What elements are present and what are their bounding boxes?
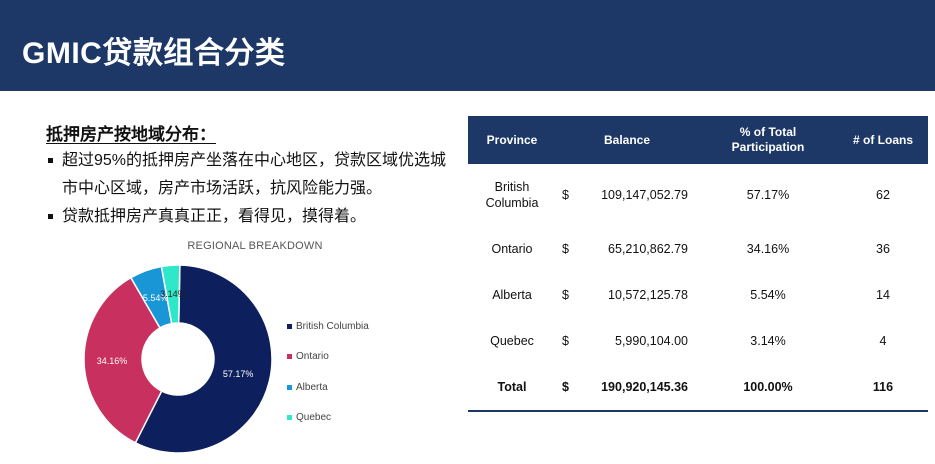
loans-cell: 62 [876, 188, 890, 202]
donut-data-label: 34.16% [97, 356, 128, 366]
province-cell: Quebec [490, 334, 534, 348]
legend-swatch [287, 415, 292, 421]
chart-title: REGIONAL BREAKDOWN [187, 240, 323, 252]
total-participation-cell: 100.00% [743, 380, 793, 394]
balance-cell: 109,147,052.79 [601, 188, 688, 202]
legend-item: Quebec [287, 403, 369, 434]
chart-legend: British Columbia Ontario Alberta Quebec [287, 311, 369, 433]
loans-cell: 36 [876, 242, 890, 256]
total-balance-cell: 190,920,145.36 [601, 380, 688, 394]
table-row: British Columbia $ 109,147,052.79 57.17%… [468, 164, 928, 226]
participation-cell: 57.17% [746, 188, 790, 202]
legend-item: Alberta [287, 372, 369, 403]
loans-table-container: Province Balance % of Total Participatio… [468, 116, 928, 412]
balance-cell: 5,990,104.00 [615, 334, 688, 348]
balance-cell: 65,210,862.79 [608, 242, 688, 256]
column-header-loans: # of Loans [852, 132, 913, 147]
currency-cell: $ [562, 334, 569, 348]
currency-cell: $ [562, 380, 569, 394]
legend-label: Ontario [296, 351, 329, 363]
province-cell: Ontario [491, 242, 533, 256]
table-row: Quebec $ 5,990,104.00 3.14% 4 [468, 318, 928, 364]
province-cell: Alberta [492, 288, 532, 302]
legend-item: Ontario [287, 342, 369, 373]
legend-swatch [287, 323, 292, 329]
bullet-item: 贷款抵押房产真真正正，看得见，摸得着。 [46, 203, 456, 231]
legend-swatch [287, 354, 292, 360]
loans-cell: 4 [879, 334, 887, 348]
legend-swatch [287, 384, 292, 390]
loans-table: Province Balance % of Total Participatio… [468, 116, 928, 410]
currency-cell: $ [562, 188, 569, 202]
province-cell: British Columbia [468, 164, 556, 226]
bullet-item: 超过95%的抵押房产坐落在中心地区，贷款区域优选城市中心区域，房产市场活跃，抗风… [46, 147, 456, 203]
participation-cell: 5.54% [750, 288, 786, 302]
column-header-participation: % of Total Participation [698, 116, 838, 164]
table-total-row: Total $ 190,920,145.36 100.00% 116 [468, 364, 928, 410]
table-row: Alberta $ 10,572,125.78 5.54% 14 [468, 272, 928, 318]
bullet-list: 超过95%的抵押房产坐落在中心地区，贷款区域优选城市中心区域，房产市场活跃，抗风… [46, 147, 456, 231]
legend-label: British Columbia [296, 320, 369, 332]
donut-data-label: 3.14% [160, 289, 186, 299]
title-bar: GMIC贷款组合分类 [0, 0, 935, 91]
legend-label: Alberta [296, 381, 328, 393]
table-row: Ontario $ 65,210,862.79 34.16% 36 [468, 226, 928, 272]
page-title: GMIC贷款组合分类 [22, 37, 286, 70]
participation-cell: 34.16% [746, 242, 790, 256]
donut-data-label: 57.17% [223, 369, 254, 379]
section-heading: 抵押房产按地域分布： [46, 125, 216, 144]
currency-cell: $ [562, 242, 569, 256]
province-name: British Columbia [485, 180, 539, 210]
participation-cell: 3.14% [750, 334, 786, 348]
donut-chart: 57.17%34.16%5.54%3.14% [83, 264, 273, 454]
legend-item: British Columbia [287, 311, 369, 342]
legend-label: Quebec [296, 412, 332, 424]
currency-cell: $ [562, 288, 569, 302]
total-loans-cell: 116 [872, 380, 894, 394]
column-header-province: Province [486, 132, 538, 147]
total-label-cell: Total [497, 380, 527, 394]
loans-cell: 14 [876, 288, 890, 302]
column-header-label: % of Total Participation [731, 125, 805, 154]
table-header-row: Province Balance % of Total Participatio… [468, 116, 928, 164]
column-header-balance: Balance [603, 132, 651, 147]
balance-cell: 10,572,125.78 [608, 288, 688, 302]
